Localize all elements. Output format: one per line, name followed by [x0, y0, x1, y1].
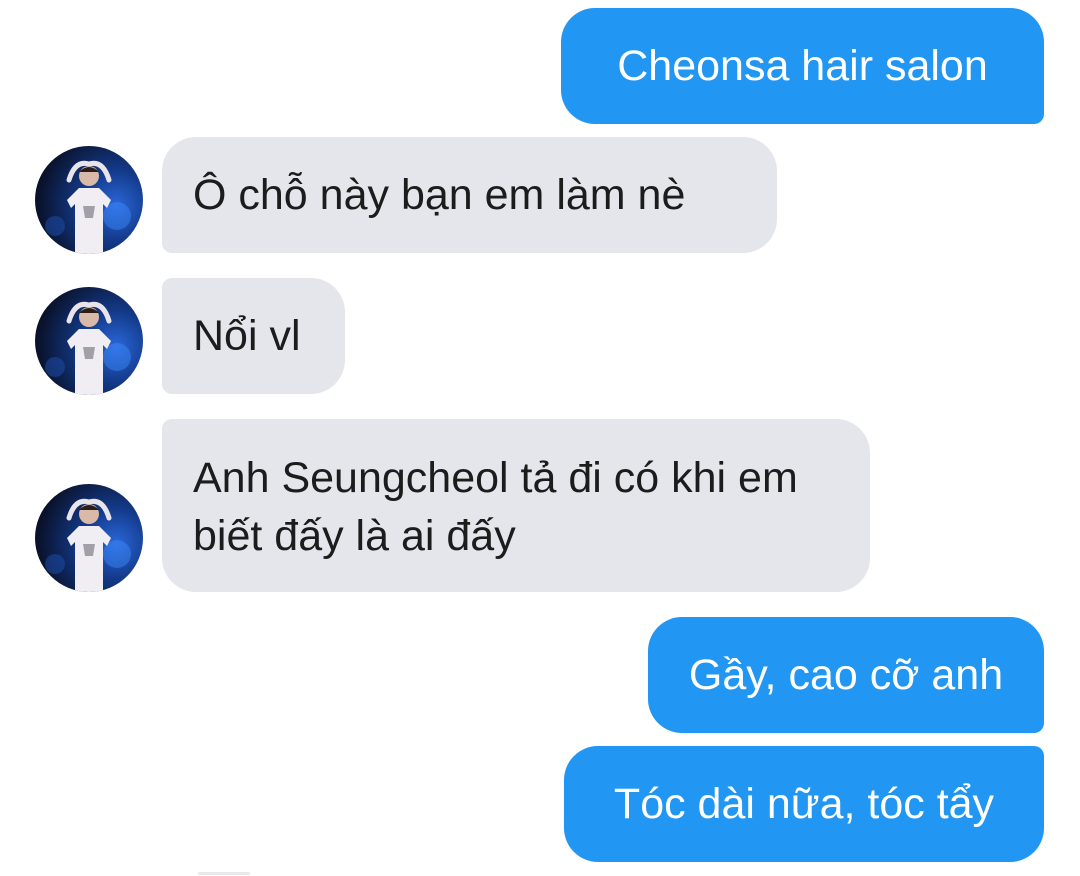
avatar-photo-icon	[45, 301, 131, 395]
message-text: Cheonsa hair salon	[617, 42, 988, 90]
incoming-message[interactable]: Nổi vl	[162, 278, 345, 394]
contact-avatar[interactable]	[35, 484, 143, 592]
message-text: Nổi vl	[193, 312, 301, 360]
avatar-photo-icon	[45, 498, 131, 592]
outgoing-message[interactable]: Gầy, cao cỡ anh	[648, 617, 1044, 733]
avatar-photo-icon	[45, 160, 131, 254]
message-text: Anh Seungcheol tả đi có khi em biết đấy …	[193, 454, 798, 560]
divider	[198, 872, 250, 875]
outgoing-message[interactable]: Cheonsa hair salon	[561, 8, 1044, 124]
incoming-message[interactable]: Anh Seungcheol tả đi có khi em biết đấy …	[162, 419, 870, 592]
outgoing-message[interactable]: Tóc dài nữa, tóc tẩy	[564, 746, 1044, 862]
chat-thread: Cheonsa hair salon Ô chỗ này bạn em làm …	[0, 0, 1080, 876]
message-text: Tóc dài nữa, tóc tẩy	[613, 780, 995, 828]
incoming-message[interactable]: Ô chỗ này bạn em làm nè	[162, 137, 777, 253]
contact-avatar[interactable]	[35, 146, 143, 254]
message-text: Ô chỗ này bạn em làm nè	[193, 171, 686, 219]
contact-avatar[interactable]	[35, 287, 143, 395]
message-text: Gầy, cao cỡ anh	[688, 651, 1004, 699]
